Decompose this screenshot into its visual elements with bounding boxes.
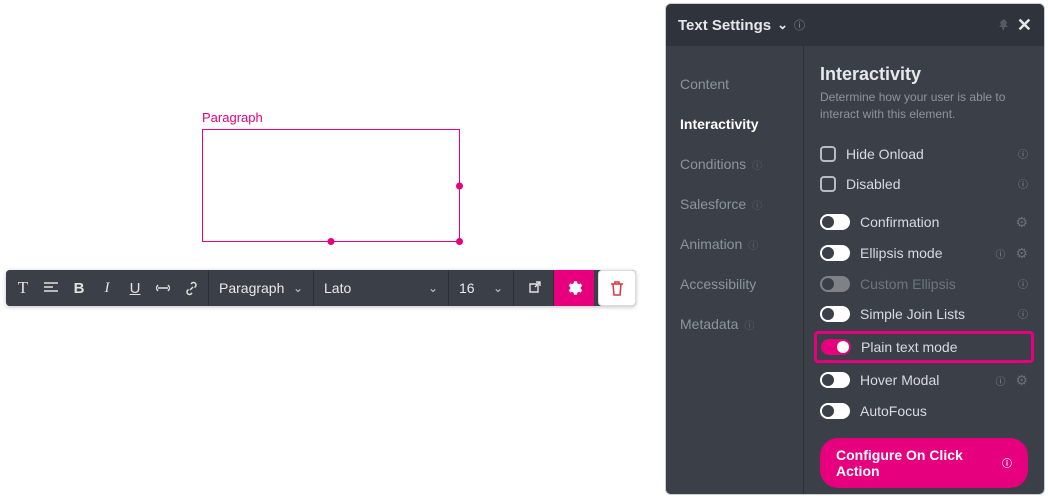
underline-button[interactable]: U xyxy=(126,279,144,297)
bold-button[interactable]: B xyxy=(70,279,88,297)
option-confirmation[interactable]: Confirmation ⚙ xyxy=(820,207,1028,238)
font-family-select[interactable]: Lato ⌄ xyxy=(314,270,449,306)
font-size-select[interactable]: 16 ⌄ xyxy=(449,270,514,306)
button-label: Configure On Click Action xyxy=(836,447,994,479)
tab-label: Accessibility xyxy=(680,276,756,292)
tab-label: Conditions xyxy=(680,156,746,172)
toggle[interactable] xyxy=(820,403,850,419)
tab-label: Salesforce xyxy=(680,196,746,212)
chevron-down-icon: ⌄ xyxy=(293,281,303,295)
gear-icon[interactable]: ⚙ xyxy=(1015,245,1028,262)
open-external-icon[interactable] xyxy=(514,270,554,306)
info-icon[interactable]: ⓘ xyxy=(794,17,805,33)
tab-content[interactable]: Content xyxy=(666,64,803,104)
toggle xyxy=(820,276,850,292)
option-label: Disabled xyxy=(846,176,1008,192)
close-icon[interactable]: ✕ xyxy=(1017,15,1032,36)
resize-handle-right[interactable] xyxy=(456,182,463,189)
toggle[interactable] xyxy=(820,372,850,388)
tab-label: Content xyxy=(680,76,729,92)
chevron-down-icon: ⌄ xyxy=(493,281,503,295)
option-autofocus[interactable]: AutoFocus xyxy=(820,396,1028,426)
text-settings-panel: Text Settings ⌄ ⓘ ✕ Content Interactivit… xyxy=(665,3,1045,495)
panel-title-text: Text Settings xyxy=(678,17,771,34)
option-ellipsis-mode[interactable]: Ellipsis mode ⓘ ⚙ xyxy=(820,238,1028,269)
info-icon: ⓘ xyxy=(1018,276,1028,291)
option-label: Custom Ellipsis xyxy=(860,276,1008,292)
option-simple-join-lists[interactable]: Simple Join Lists ⓘ xyxy=(820,299,1028,329)
toggle[interactable] xyxy=(821,339,851,355)
align-icon[interactable] xyxy=(42,279,60,297)
info-icon: ⓘ xyxy=(748,237,758,252)
option-hover-modal[interactable]: Hover Modal ⓘ ⚙ xyxy=(820,365,1028,396)
chevron-down-icon: ⌄ xyxy=(428,281,438,295)
option-plain-text-mode[interactable]: Plain text mode xyxy=(814,331,1034,363)
info-icon: ⓘ xyxy=(744,317,754,332)
tab-label: Animation xyxy=(680,236,742,252)
info-icon[interactable]: ⓘ xyxy=(1018,176,1028,191)
link-icon[interactable] xyxy=(182,279,200,297)
italic-button[interactable]: I xyxy=(98,279,116,297)
text-tool-icon[interactable]: T xyxy=(14,279,32,297)
option-label: Confirmation xyxy=(860,214,1005,230)
option-custom-ellipsis: Custom Ellipsis ⓘ xyxy=(820,269,1028,299)
info-icon: ⓘ xyxy=(752,157,762,172)
tab-label: Interactivity xyxy=(680,116,759,132)
tab-conditions[interactable]: Conditions ⓘ xyxy=(666,144,803,184)
tab-salesforce[interactable]: Salesforce ⓘ xyxy=(666,184,803,224)
tab-label: Metadata xyxy=(680,316,738,332)
delete-button[interactable] xyxy=(598,270,636,306)
option-label: Simple Join Lists xyxy=(860,306,1008,322)
option-label: Hover Modal xyxy=(860,372,985,388)
panel-title[interactable]: Text Settings ⌄ xyxy=(678,17,788,34)
toggle[interactable] xyxy=(820,245,850,261)
option-hide-onload[interactable]: Hide Onload ⓘ xyxy=(820,139,1028,169)
font-size-value: 16 xyxy=(459,280,475,296)
element-type-label: Paragraph xyxy=(202,110,460,125)
option-label: AutoFocus xyxy=(860,403,1028,419)
tab-accessibility[interactable]: Accessibility xyxy=(666,264,803,304)
info-icon[interactable]: ⓘ xyxy=(995,246,1005,261)
canvas-text-element[interactable]: Paragraph xyxy=(202,110,460,242)
toggle[interactable] xyxy=(820,306,850,322)
panel-header: Text Settings ⌄ ⓘ ✕ xyxy=(666,4,1044,46)
configure-click-action-button[interactable]: Configure On Click Action ⓘ xyxy=(820,438,1028,488)
tab-animation[interactable]: Animation ⓘ xyxy=(666,224,803,264)
spacing-icon[interactable] xyxy=(154,279,172,297)
resize-handle-bottom[interactable] xyxy=(328,238,335,245)
settings-gear-button[interactable] xyxy=(554,270,594,306)
option-label: Hide Onload xyxy=(846,146,1008,162)
gear-icon[interactable]: ⚙ xyxy=(1015,372,1028,389)
info-icon[interactable]: ⓘ xyxy=(1018,146,1028,161)
gear-icon[interactable]: ⚙ xyxy=(1015,214,1028,231)
tab-interactivity[interactable]: Interactivity xyxy=(666,104,803,144)
section-description: Determine how your user is able to inter… xyxy=(820,89,1028,123)
info-icon: ⓘ xyxy=(752,197,762,212)
text-toolbar: T B I U Paragraph ⌄ Lato ⌄ 16 ⌄ xyxy=(6,270,636,306)
paragraph-style-value: Paragraph xyxy=(219,280,284,296)
option-label: Ellipsis mode xyxy=(860,245,985,261)
resize-handle-bottom-right[interactable] xyxy=(456,238,463,245)
option-disabled[interactable]: Disabled ⓘ xyxy=(820,169,1028,199)
tab-metadata[interactable]: Metadata ⓘ xyxy=(666,304,803,344)
info-icon: ⓘ xyxy=(1002,455,1012,470)
option-label: Plain text mode xyxy=(861,339,1027,355)
paragraph-style-select[interactable]: Paragraph ⌄ xyxy=(209,270,314,306)
checkbox[interactable] xyxy=(820,176,836,192)
chevron-down-icon: ⌄ xyxy=(777,17,788,33)
element-selection-box[interactable] xyxy=(202,129,460,242)
info-icon[interactable]: ⓘ xyxy=(995,373,1005,388)
info-icon[interactable]: ⓘ xyxy=(1018,306,1028,321)
font-family-value: Lato xyxy=(324,280,351,296)
toggle[interactable] xyxy=(820,214,850,230)
checkbox[interactable] xyxy=(820,146,836,162)
pin-icon[interactable] xyxy=(997,18,1011,32)
panel-tabs: Content Interactivity Conditions ⓘ Salesf… xyxy=(666,46,804,494)
panel-content: Interactivity Determine how your user is… xyxy=(804,46,1044,494)
section-title: Interactivity xyxy=(820,64,1028,85)
